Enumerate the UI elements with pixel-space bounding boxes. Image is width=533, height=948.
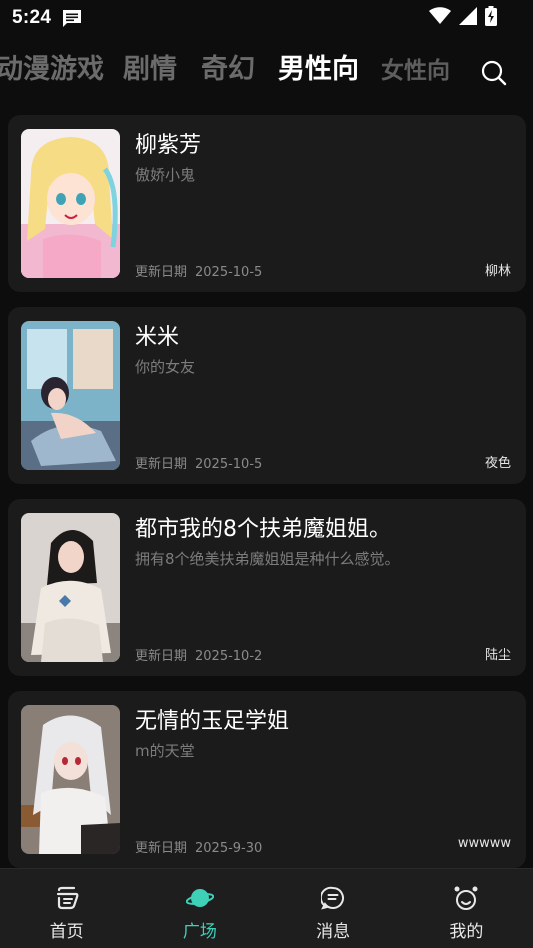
update-date-value: 2025-10-5 [195,265,263,280]
update-date-value: 2025-10-5 [195,457,263,472]
battery-charging-icon [485,6,497,30]
search-button[interactable] [479,58,509,88]
nav-messages-label: 消息 [316,922,351,942]
bottom-navigation: 首页 广场 消息 我的 [0,868,533,948]
nav-plaza-label: 广场 [182,922,217,942]
update-date-value: 2025-9-30 [195,841,263,856]
nav-profile[interactable]: 我的 [400,869,533,948]
tab-male-oriented[interactable]: 男性向 [278,54,359,86]
character-card[interactable]: 柳紫芳 傲娇小鬼 更新日期 2025-10-5 柳林 [8,115,526,292]
update-date: 更新日期 2025-9-30 [135,837,262,856]
nav-home-label: 首页 [49,922,84,942]
author-name: 夜色 [484,456,511,471]
tab-female-oriented[interactable]: 女性向 [381,58,450,86]
update-date-label: 更新日期 [135,457,188,472]
tab-anime-games[interactable]: 动漫游戏 [0,54,104,86]
character-name: 柳紫芳 [135,133,202,158]
update-date-label: 更新日期 [135,841,188,856]
character-card[interactable]: 米米 你的女友 更新日期 2025-10-5 夜色 [8,307,526,484]
status-time: 5:24 [12,7,52,28]
character-description: 傲娇小鬼 [135,166,196,184]
tab-story[interactable]: 剧情 [123,54,177,86]
character-description: m的天堂 [135,742,195,760]
category-tabs: 动漫游戏 剧情 奇幻 男性向 女性向 [0,40,533,104]
status-bar: 5:24 [0,0,533,36]
search-icon [481,60,507,86]
character-avatar [21,513,120,662]
tab-fantasy[interactable]: 奇幻 [201,54,255,86]
character-description: 拥有8个绝美扶弟魔姐姐是种什么感觉。 [135,550,400,568]
character-card[interactable]: 都市我的8个扶弟魔姐姐。 拥有8个绝美扶弟魔姐姐是种什么感觉。 更新日期 2025… [8,499,526,676]
character-name: 米米 [135,325,180,350]
update-date: 更新日期 2025-10-2 [135,645,262,664]
update-date: 更新日期 2025-10-5 [135,261,262,280]
profile-icon [452,885,480,911]
character-avatar [21,321,120,470]
planet-icon [185,885,214,911]
character-list: 柳紫芳 傲娇小鬼 更新日期 2025-10-5 柳林 米米 你的女友 更新日期 20… [8,115,526,883]
message-notification-icon [61,8,83,28]
character-avatar [21,705,120,854]
character-avatar [21,129,120,278]
update-date: 更新日期 2025-10-5 [135,453,262,472]
character-name: 都市我的8个扶弟魔姐姐。 [135,517,391,542]
nav-messages[interactable]: 消息 [267,869,400,948]
signal-icon [459,7,477,29]
author-name: 陆尘 [484,648,511,663]
character-name: 无情的玉足学姐 [135,709,290,734]
author-name: wwwww [457,836,511,851]
update-date-label: 更新日期 [135,265,188,280]
character-card[interactable]: 无情的玉足学姐 m的天堂 更新日期 2025-9-30 wwwww [8,691,526,868]
character-description: 你的女友 [135,358,196,376]
update-date-label: 更新日期 [135,649,188,664]
author-name: 柳林 [484,264,511,279]
nav-plaza[interactable]: 广场 [133,869,266,948]
message-icon [319,885,347,911]
update-date-value: 2025-10-2 [195,649,263,664]
wifi-icon [429,7,451,29]
home-icon [53,885,81,911]
nav-profile-label: 我的 [449,922,484,942]
nav-home[interactable]: 首页 [0,869,133,948]
